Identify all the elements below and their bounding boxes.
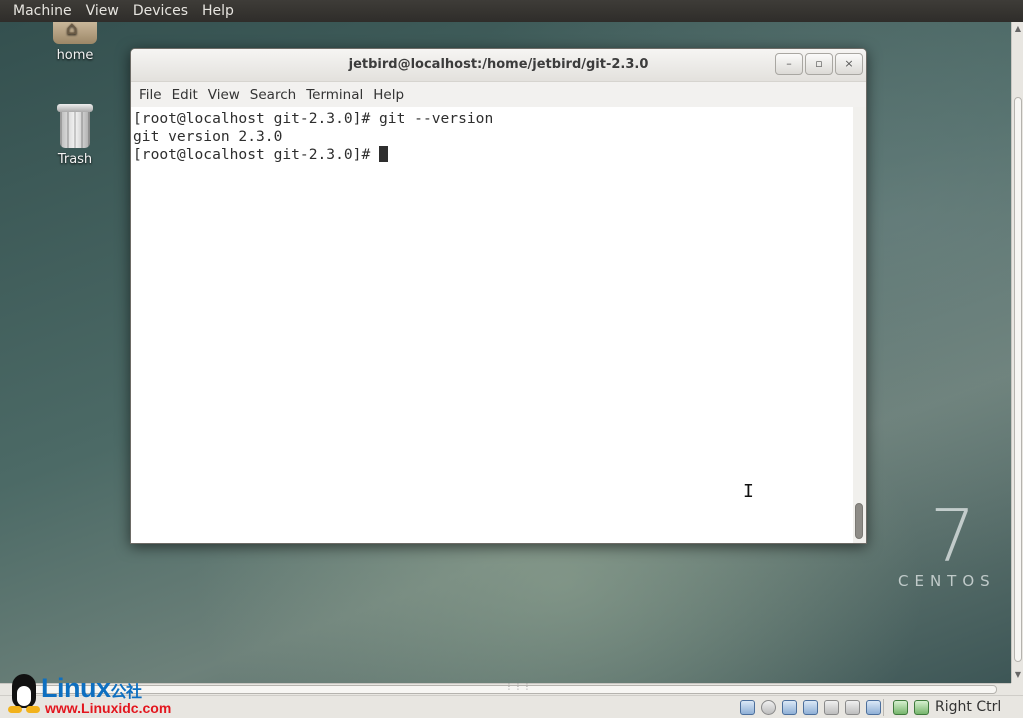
centos-version-number: 7 bbox=[929, 494, 976, 578]
desktop-icon-home[interactable]: home bbox=[40, 22, 110, 63]
terminal-scrollbar[interactable] bbox=[853, 107, 866, 543]
mouse-ibeam-icon: I bbox=[743, 481, 754, 502]
terminal-line: git version 2.3.0 bbox=[133, 128, 283, 145]
watermark-url: www.Linuxidc.com bbox=[45, 700, 172, 716]
menu-view[interactable]: View bbox=[86, 3, 119, 19]
terminal-prompt-line: [root@localhost git-2.3.0]# bbox=[133, 146, 853, 164]
hard-disk-icon[interactable] bbox=[740, 700, 755, 715]
menu-search[interactable]: Search bbox=[250, 87, 296, 103]
network-icon[interactable] bbox=[803, 700, 818, 715]
scroll-grip-icon: ⋮⋮⋮ bbox=[505, 682, 532, 691]
virtualization-icon[interactable] bbox=[893, 700, 908, 715]
menu-file[interactable]: File bbox=[139, 87, 162, 103]
vertical-scroll-thumb[interactable] bbox=[1014, 97, 1022, 662]
desktop: home Trash 7 CENTOS jetbird@localhost:/h… bbox=[0, 22, 1011, 683]
terminal-menubar: File Edit View Search Terminal Help bbox=[131, 82, 866, 107]
host-key-label: Right Ctrl bbox=[935, 699, 1002, 715]
terminal-prompt: [root@localhost git-2.3.0]# bbox=[133, 146, 380, 163]
menu-help[interactable]: Help bbox=[373, 87, 404, 103]
scroll-up-icon[interactable]: ▲ bbox=[1013, 24, 1023, 34]
desktop-icon-label: home bbox=[56, 48, 94, 63]
menu-devices[interactable]: Devices bbox=[133, 3, 188, 19]
desktop-icon-trash[interactable]: Trash bbox=[40, 104, 110, 167]
display-icon[interactable] bbox=[845, 700, 860, 715]
maximize-button[interactable]: ▫ bbox=[805, 53, 833, 75]
scrollbar-thumb[interactable] bbox=[855, 503, 863, 539]
usb-icon[interactable] bbox=[782, 700, 797, 715]
close-button[interactable]: × bbox=[835, 53, 863, 75]
linuxidc-watermark: Linux公社 www.Linuxidc.com bbox=[4, 670, 194, 718]
terminal-titlebar[interactable]: jetbird@localhost:/home/jetbird/git-2.3.… bbox=[131, 49, 866, 82]
shared-folder-icon[interactable] bbox=[824, 700, 839, 715]
home-folder-icon bbox=[53, 22, 97, 44]
text-cursor bbox=[379, 146, 389, 162]
centos-wordmark: CENTOS bbox=[898, 572, 996, 590]
centos-branding: 7 CENTOS bbox=[898, 500, 996, 590]
scroll-corner bbox=[1011, 683, 1023, 695]
menu-view[interactable]: View bbox=[208, 87, 240, 103]
minimize-button[interactable]: – bbox=[775, 53, 803, 75]
watermark-name-cn: 公社 bbox=[110, 684, 143, 701]
vm-vertical-scrollbar[interactable]: ▲ ▼ bbox=[1011, 22, 1023, 683]
terminal-window: jetbird@localhost:/home/jetbird/git-2.3.… bbox=[130, 48, 867, 544]
mouse-integration-icon[interactable] bbox=[914, 700, 929, 715]
menu-terminal[interactable]: Terminal bbox=[306, 87, 363, 103]
video-capture-icon[interactable] bbox=[866, 700, 881, 715]
trash-icon bbox=[57, 104, 93, 148]
menu-help[interactable]: Help bbox=[202, 3, 234, 19]
optical-drive-icon[interactable] bbox=[761, 700, 776, 715]
menu-edit[interactable]: Edit bbox=[172, 87, 198, 103]
window-title: jetbird@localhost:/home/jetbird/git-2.3.… bbox=[348, 57, 649, 72]
desktop-icon-label: Trash bbox=[57, 152, 93, 167]
vm-menubar: Machine View Devices Help bbox=[0, 0, 1023, 22]
scroll-down-icon[interactable]: ▼ bbox=[1013, 670, 1023, 680]
terminal-line: [root@localhost git-2.3.0]# git --versio… bbox=[133, 110, 494, 127]
menu-machine[interactable]: Machine bbox=[13, 3, 72, 19]
watermark-name-latin: Linux bbox=[41, 673, 111, 703]
terminal-output[interactable]: [root@localhost git-2.3.0]# git --versio… bbox=[131, 107, 853, 543]
tux-penguin-icon bbox=[6, 670, 42, 716]
